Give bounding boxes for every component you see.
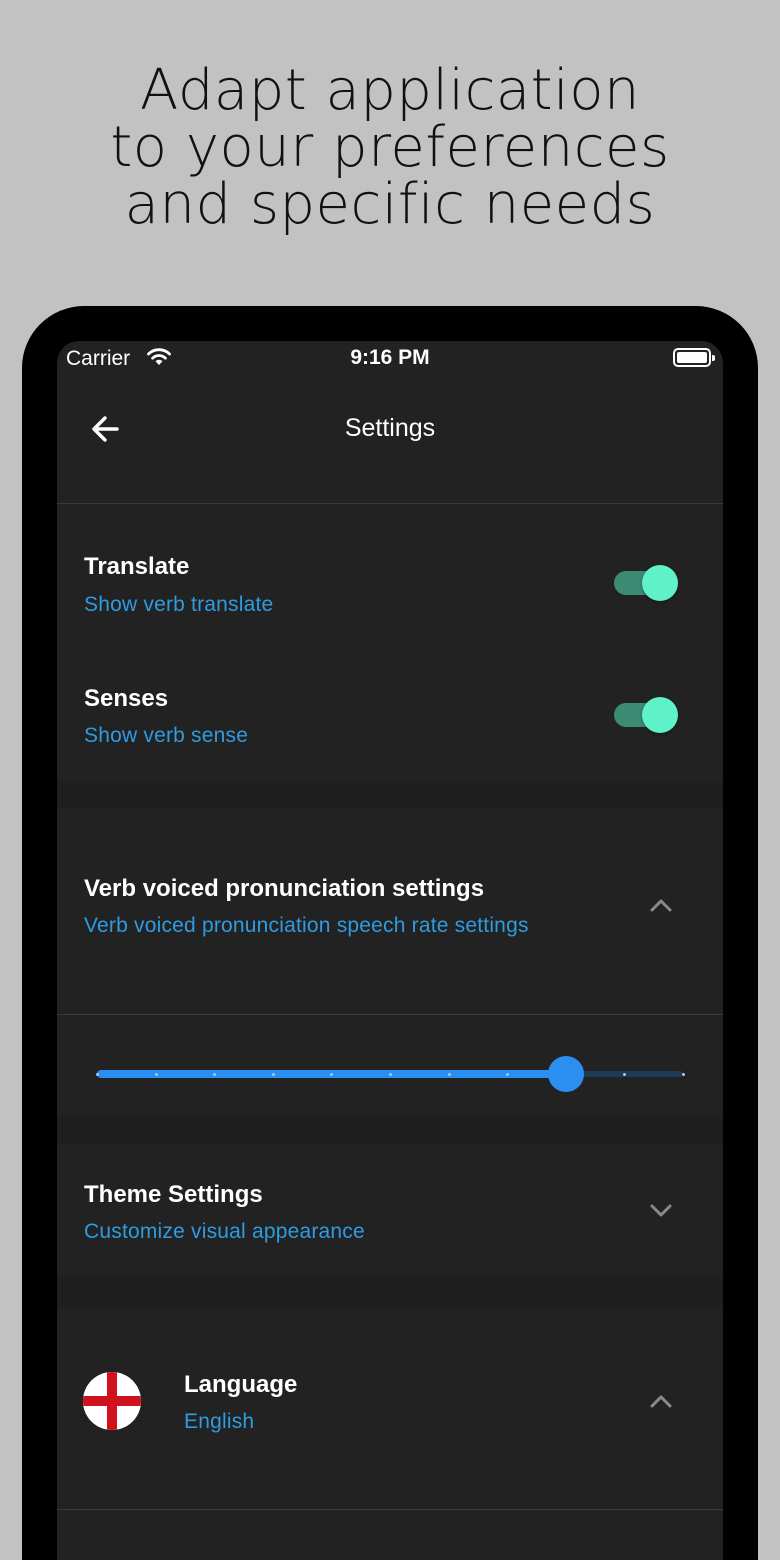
chevron-up-icon[interactable] <box>647 1391 675 1411</box>
senses-title: Senses <box>84 685 169 712</box>
phone-screen: Carrier 9:16 PM Settings Translate Show … <box>57 341 723 1560</box>
senses-toggle[interactable] <box>614 695 680 735</box>
pronunciation-title: Verb voiced pronunciation settings <box>84 875 485 902</box>
slider-tick <box>447 1073 451 1076</box>
app-bar: Settings <box>57 377 723 503</box>
theme-title: Theme Settings <box>84 1181 263 1208</box>
translate-subtitle: Show verb translate <box>84 593 274 616</box>
translate-toggle[interactable] <box>614 563 680 603</box>
slider-tick <box>271 1073 275 1076</box>
toggle-knob <box>642 565 678 601</box>
slider-thumb[interactable] <box>547 1056 584 1092</box>
status-time: 9:16 PM <box>350 346 430 369</box>
pronunciation-divider <box>57 1014 723 1015</box>
page-title: Settings <box>344 414 436 442</box>
battery-icon <box>673 348 715 367</box>
section-separator <box>57 1276 723 1308</box>
speech-rate-slider[interactable] <box>96 1053 685 1093</box>
slider-tick <box>682 1073 685 1076</box>
slider-tick <box>389 1073 392 1076</box>
status-bar: Carrier 9:16 PM <box>57 341 723 377</box>
pronunciation-subtitle: Verb voiced pronunciation speech rate se… <box>84 914 529 937</box>
chevron-down-icon[interactable] <box>647 1201 675 1221</box>
language-value: English <box>184 1410 255 1433</box>
headline-line-1: Adapt application <box>140 58 640 123</box>
slider-tick <box>96 1073 99 1076</box>
section-separator <box>57 1115 723 1145</box>
section-separator <box>57 781 723 809</box>
theme-subtitle: Customize visual appearance <box>84 1220 365 1243</box>
slider-tick <box>154 1073 158 1076</box>
header-divider <box>57 503 723 504</box>
toggle-knob <box>642 697 678 733</box>
headline-line-2: to your preferences <box>110 115 670 180</box>
translate-title: Translate <box>84 553 190 580</box>
england-flag-icon <box>83 1372 141 1430</box>
promo-headline: Adapt application to your preferences an… <box>0 62 780 233</box>
senses-subtitle: Show verb sense <box>84 724 249 747</box>
language-title: Language <box>184 1371 298 1398</box>
chevron-up-icon[interactable] <box>647 895 675 915</box>
headline-line-3: and specific needs <box>124 172 656 237</box>
language-divider <box>57 1509 723 1510</box>
